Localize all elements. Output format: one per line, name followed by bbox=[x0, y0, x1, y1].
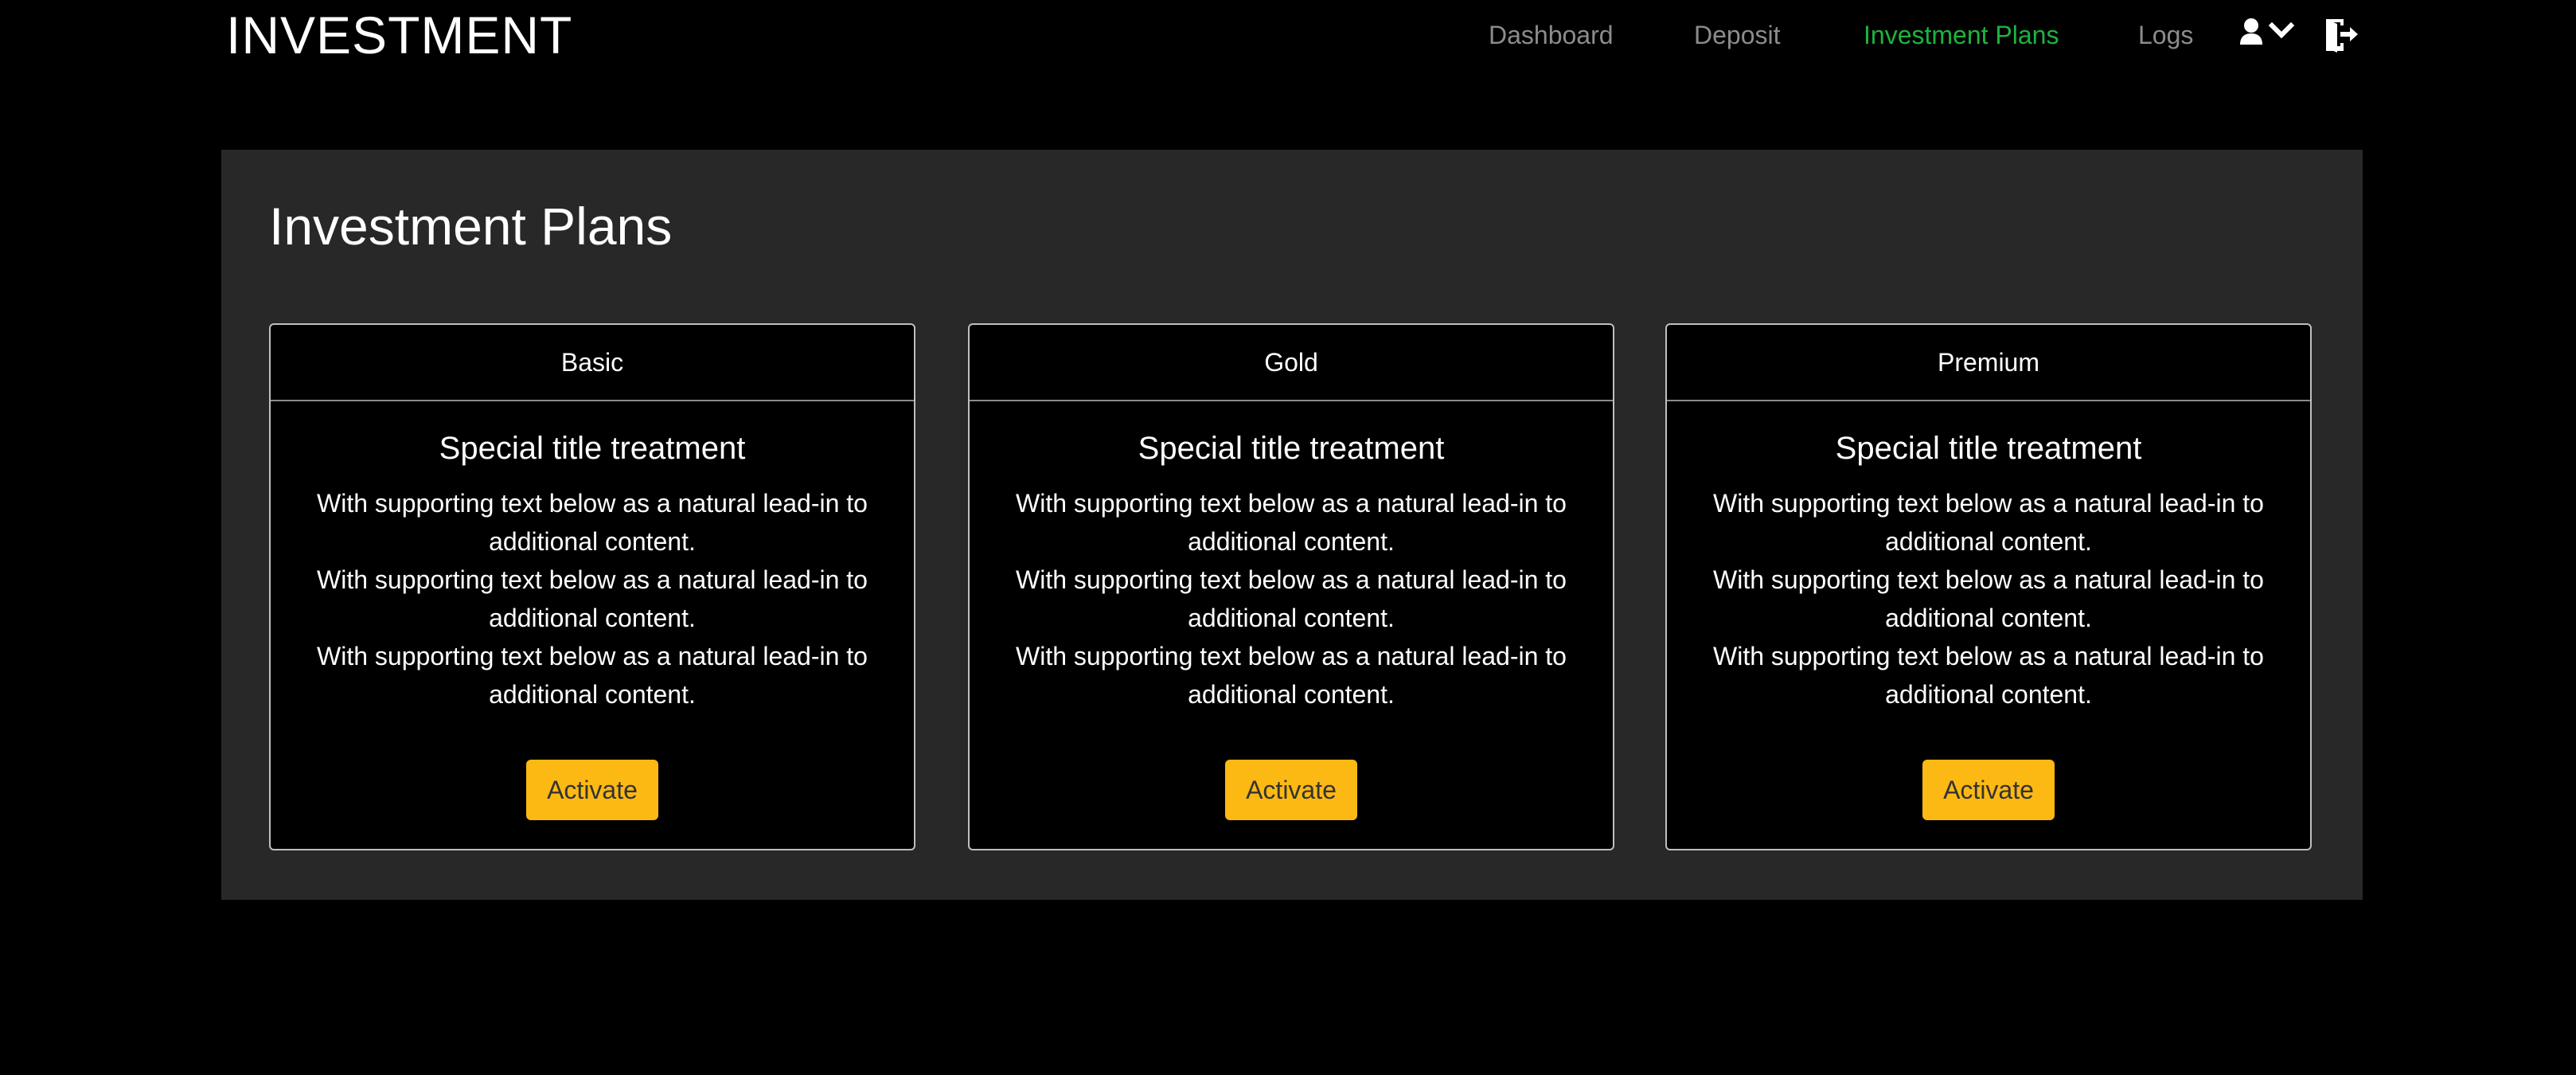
nav-link-logs[interactable]: Logs bbox=[2138, 18, 2193, 53]
user-menu-dropdown[interactable] bbox=[2238, 18, 2297, 49]
nav-link-investment-plans[interactable]: Investment Plans bbox=[1864, 18, 2059, 53]
plan-card-header: Gold bbox=[970, 325, 1613, 401]
plan-card-header: Premium bbox=[1667, 325, 2310, 401]
activate-premium-button[interactable]: Activate bbox=[1922, 760, 2055, 820]
plan-card-text: With supporting text below as a natural … bbox=[317, 489, 868, 556]
plan-card-basic: Basic Special title treatment With suppo… bbox=[269, 323, 915, 850]
navbar: INVESTMENT Dashboard Deposit Investment … bbox=[0, 0, 2576, 72]
plan-card-body: Special title treatment With supporting … bbox=[970, 401, 1613, 820]
plan-card-title: Special title treatment bbox=[1835, 431, 2142, 466]
chevron-down-icon bbox=[2268, 22, 2295, 39]
plan-card-gold: Gold Special title treatment With suppor… bbox=[968, 323, 1614, 850]
brand-logo[interactable]: INVESTMENT bbox=[226, 5, 572, 65]
plan-card-text: With supporting text below as a natural … bbox=[1713, 489, 2264, 556]
activate-gold-button[interactable]: Activate bbox=[1225, 760, 1357, 820]
investment-plans-panel: Investment Plans Basic Special title tre… bbox=[221, 150, 2363, 900]
plan-card-text: With supporting text below as a natural … bbox=[1016, 565, 1567, 632]
plan-card-text: With supporting text below as a natural … bbox=[1713, 642, 2264, 709]
plan-card-header: Basic bbox=[271, 325, 914, 401]
nav-link-deposit[interactable]: Deposit bbox=[1694, 18, 1781, 53]
activate-basic-button[interactable]: Activate bbox=[526, 760, 658, 820]
plan-card-text: With supporting text below as a natural … bbox=[317, 565, 868, 632]
plan-card-body: Special title treatment With supporting … bbox=[271, 401, 914, 820]
nav-link-dashboard[interactable]: Dashboard bbox=[1489, 18, 1614, 53]
plan-card-body: Special title treatment With supporting … bbox=[1667, 401, 2310, 820]
logout-icon bbox=[2326, 19, 2358, 53]
plan-card-text: With supporting text below as a natural … bbox=[317, 642, 868, 709]
plan-card-premium: Premium Special title treatment With sup… bbox=[1665, 323, 2312, 850]
page-title: Investment Plans bbox=[269, 197, 673, 256]
plan-card-text: With supporting text below as a natural … bbox=[1713, 565, 2264, 632]
plan-card-title: Special title treatment bbox=[439, 431, 746, 466]
plan-card-text: With supporting text below as a natural … bbox=[1016, 642, 1567, 709]
plan-card-title: Special title treatment bbox=[1138, 431, 1445, 466]
logout-button[interactable] bbox=[2323, 18, 2359, 53]
plan-card-text: With supporting text below as a natural … bbox=[1016, 489, 1567, 556]
user-icon bbox=[2240, 18, 2262, 45]
